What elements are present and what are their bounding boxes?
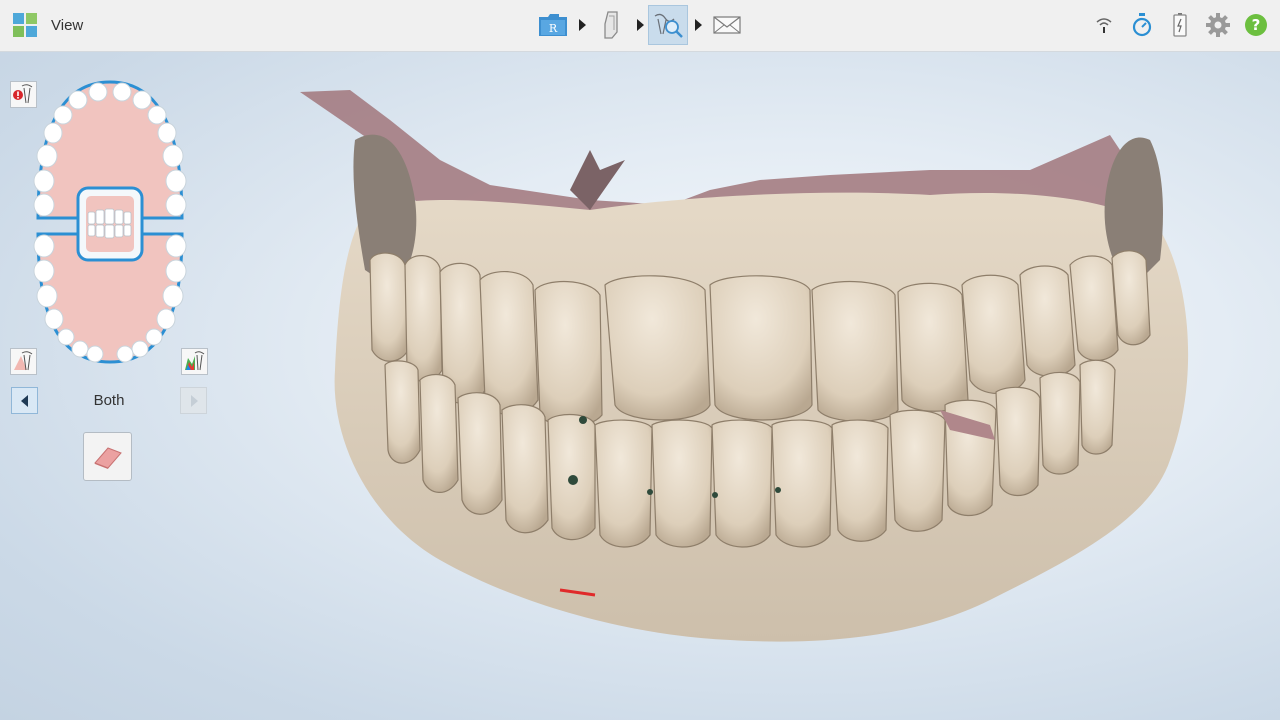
envelope-icon (713, 16, 741, 34)
view-step-button[interactable] (648, 5, 688, 45)
view-magnify-icon (654, 13, 683, 38)
gear-icon (1206, 13, 1230, 37)
send-step-button[interactable] (707, 5, 747, 45)
jaw-map-diagram[interactable] (28, 78, 192, 368)
jaw-navigation-panel: Both (0, 52, 220, 502)
scan-step-button[interactable] (590, 5, 630, 45)
review-tool-button[interactable] (10, 348, 37, 375)
battery-status[interactable] (1167, 12, 1193, 38)
settings-button[interactable] (1205, 12, 1231, 38)
bite-view-selector[interactable] (76, 186, 144, 262)
color-map-icon (185, 351, 205, 371)
rx-folder-icon: R (539, 14, 567, 36)
color-map-button[interactable] (181, 348, 208, 375)
wifi-icon (1096, 18, 1112, 33)
3d-scan-viewport[interactable] (290, 80, 1230, 660)
step-arrow-icon (637, 19, 644, 31)
chevron-right-icon (190, 394, 198, 407)
eraser-button[interactable] (83, 432, 132, 481)
jaw-selector-label: Both (93, 392, 125, 409)
wifi-status-button[interactable] (1091, 12, 1117, 38)
chevron-left-icon (20, 394, 28, 407)
help-button[interactable]: ? (1243, 12, 1269, 38)
svg-text:?: ? (1252, 16, 1261, 34)
previous-jaw-button[interactable] (11, 387, 38, 414)
help-icon: ? (1245, 14, 1267, 36)
timer-button[interactable] (1129, 12, 1155, 38)
battery-icon (1173, 13, 1187, 37)
review-tool-icon (14, 351, 33, 371)
rx-step-button[interactable]: R (533, 5, 573, 45)
step-arrow-icon (695, 19, 702, 31)
next-jaw-button[interactable] (180, 387, 207, 414)
scanner-wand-icon (604, 11, 618, 39)
eraser-icon (93, 446, 122, 469)
app-logo-icon[interactable] (13, 13, 37, 37)
top-toolbar: View R ? (0, 0, 1280, 52)
svg-text:R: R (549, 22, 558, 35)
timer-icon (1132, 13, 1152, 37)
page-title: View (51, 17, 84, 34)
step-arrow-icon (579, 19, 586, 31)
